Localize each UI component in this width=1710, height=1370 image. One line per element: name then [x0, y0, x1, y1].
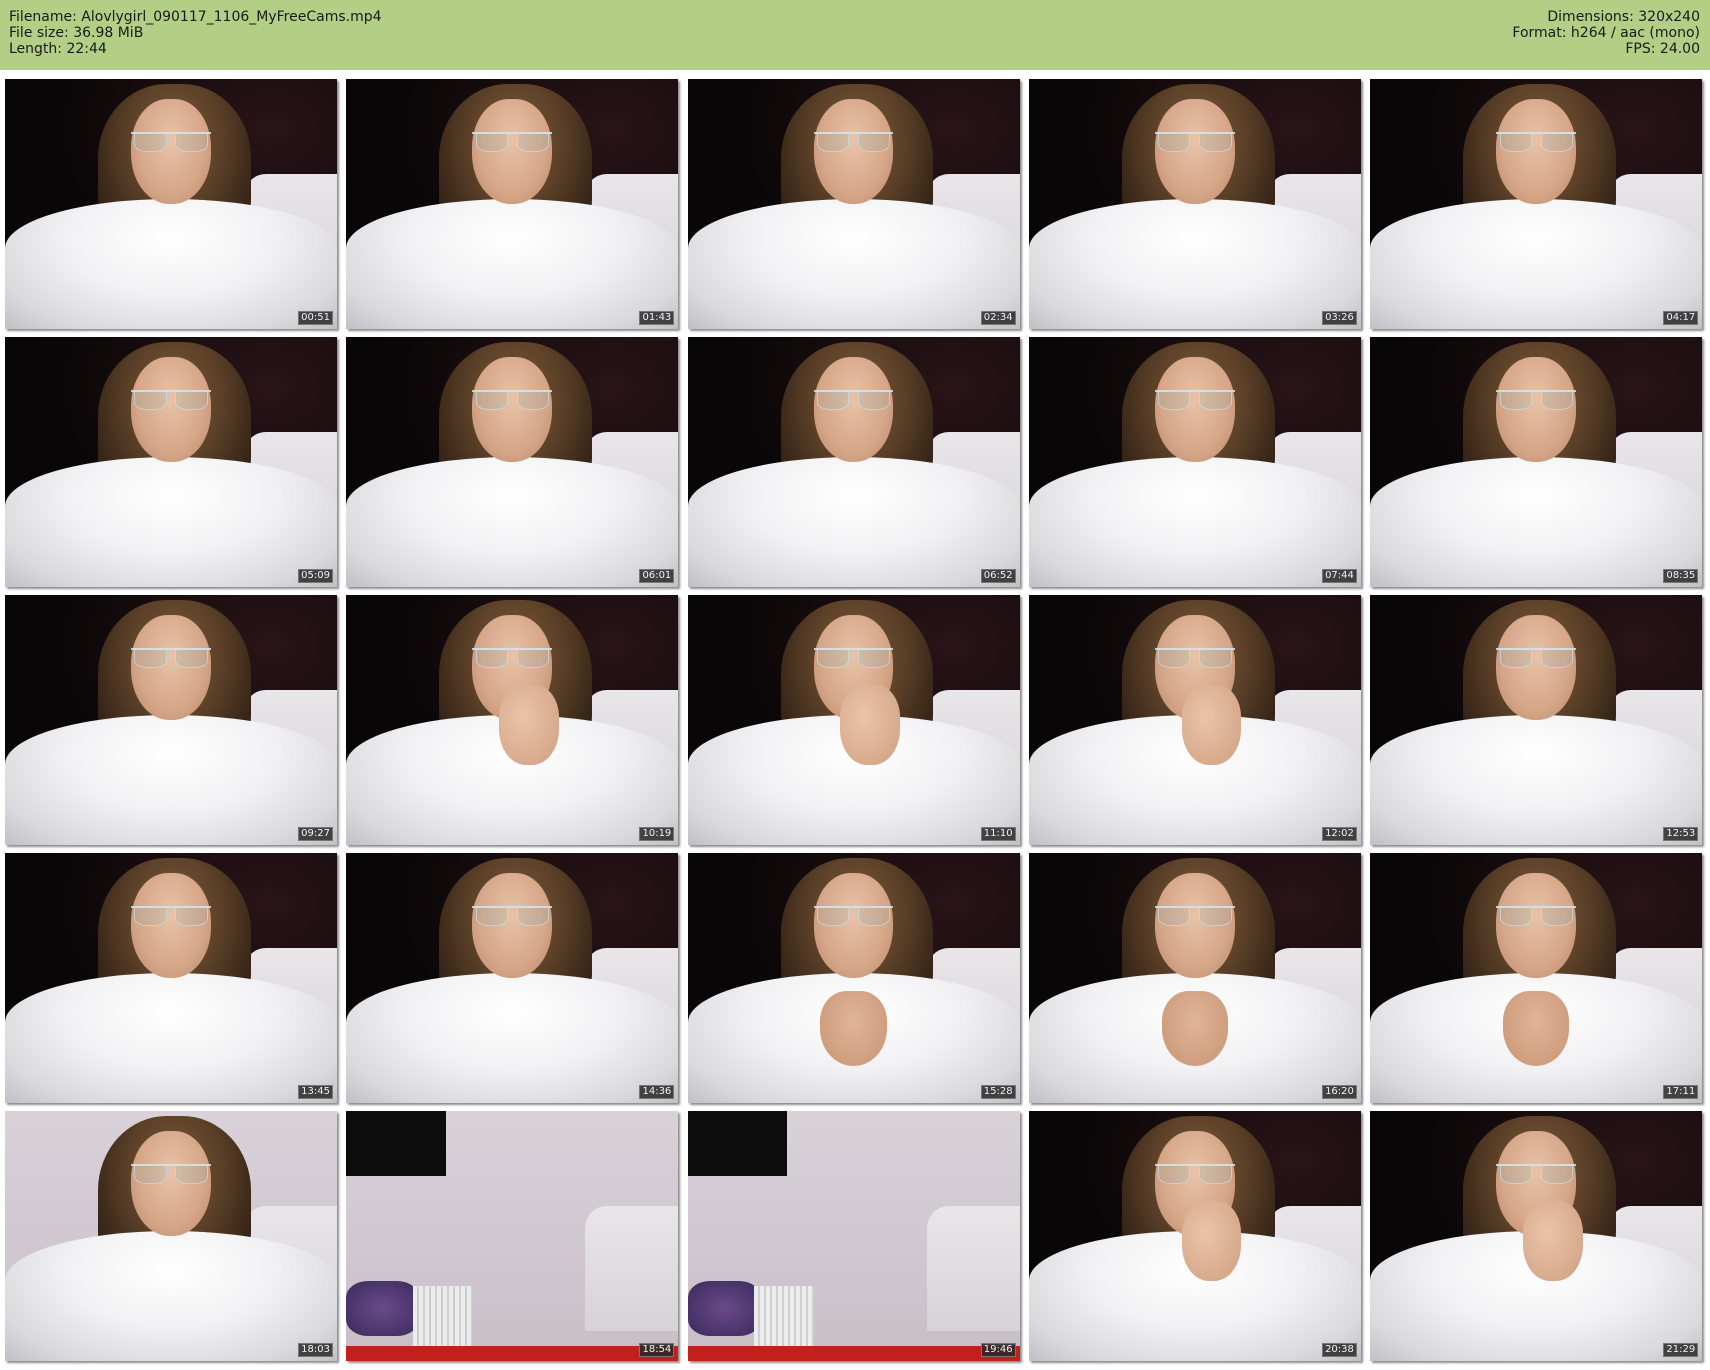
video-thumbnail: 20:38	[1028, 1111, 1361, 1361]
timestamp-label: 13:45	[298, 1085, 333, 1099]
timestamp-label: 06:01	[639, 569, 675, 583]
video-thumbnail: 19:46	[687, 1111, 1020, 1361]
video-thumbnail: 17:11	[1370, 853, 1703, 1103]
video-thumbnail: 10:19	[346, 595, 679, 845]
timestamp-label: 18:03	[298, 1343, 333, 1357]
timestamp-label: 19:46	[980, 1343, 1016, 1357]
video-thumbnail: 13:45	[5, 853, 337, 1103]
timestamp-label: 12:53	[1663, 827, 1699, 841]
file-info: Filename: Alovlygirl_090117_1106_MyFreeC…	[9, 9, 382, 57]
timestamp-label: 09:27	[298, 827, 333, 841]
timestamp-label: 17:11	[1663, 1085, 1699, 1099]
video-thumbnail: 12:02	[1028, 595, 1361, 845]
video-thumbnail: 06:01	[346, 337, 679, 587]
timestamp-label: 11:10	[980, 827, 1016, 841]
format-text: Format: h264 / aac (mono)	[1512, 25, 1700, 41]
video-thumbnail: 12:53	[1370, 595, 1703, 845]
timestamp-label: 07:44	[1322, 569, 1357, 583]
timestamp-label: 10:19	[639, 827, 675, 841]
video-thumbnail: 08:35	[1370, 337, 1703, 587]
video-thumbnail: 00:51	[5, 79, 337, 329]
timestamp-label: 01:43	[639, 311, 675, 325]
video-thumbnail: 05:09	[5, 337, 337, 587]
video-thumbnail: 01:43	[346, 79, 679, 329]
timestamp-label: 20:38	[1322, 1343, 1357, 1357]
timestamp-label: 03:26	[1322, 311, 1357, 325]
timestamp-label: 12:02	[1322, 827, 1357, 841]
timestamp-label: 06:52	[980, 569, 1016, 583]
dimensions-text: Dimensions: 320x240	[1547, 9, 1700, 25]
fps-text: FPS: 24.00	[1625, 41, 1700, 57]
timestamp-label: 16:20	[1322, 1085, 1357, 1099]
timestamp-label: 08:35	[1663, 569, 1699, 583]
timestamp-label: 00:51	[298, 311, 333, 325]
filename-text: Filename: Alovlygirl_090117_1106_MyFreeC…	[9, 9, 382, 25]
video-thumbnail: 15:28	[687, 853, 1020, 1103]
video-thumbnail: 14:36	[346, 853, 679, 1103]
video-thumbnail: 09:27	[5, 595, 337, 845]
timestamp-label: 15:28	[980, 1085, 1016, 1099]
video-thumbnail: 21:29	[1370, 1111, 1703, 1361]
filesize-text: File size: 36.98 MiB	[9, 25, 144, 41]
timestamp-label: 02:34	[980, 311, 1016, 325]
video-thumbnail: 07:44	[1028, 337, 1361, 587]
video-thumbnail: 06:52	[687, 337, 1020, 587]
length-text: Length: 22:44	[9, 41, 107, 57]
thumbnail-grid: 00:51 01:43 02:34 03:26 04:17 05:09 06:01 06:52…	[5, 79, 1705, 1367]
timestamp-label: 04:17	[1663, 311, 1699, 325]
video-thumbnail: 03:26	[1028, 79, 1361, 329]
video-thumbnail: 02:34	[687, 79, 1020, 329]
info-header: Filename: Alovlygirl_090117_1106_MyFreeC…	[0, 0, 1710, 70]
timestamp-label: 21:29	[1663, 1343, 1699, 1357]
video-thumbnail: 18:54	[346, 1111, 679, 1361]
video-thumbnail: 16:20	[1028, 853, 1361, 1103]
timestamp-label: 14:36	[639, 1085, 675, 1099]
video-thumbnail: 11:10	[687, 595, 1020, 845]
timestamp-label: 18:54	[639, 1343, 675, 1357]
timestamp-label: 05:09	[298, 569, 333, 583]
video-thumbnail: 04:17	[1370, 79, 1703, 329]
stream-info: Dimensions: 320x240 Format: h264 / aac (…	[1512, 9, 1700, 57]
video-thumbnail: 18:03	[5, 1111, 337, 1361]
